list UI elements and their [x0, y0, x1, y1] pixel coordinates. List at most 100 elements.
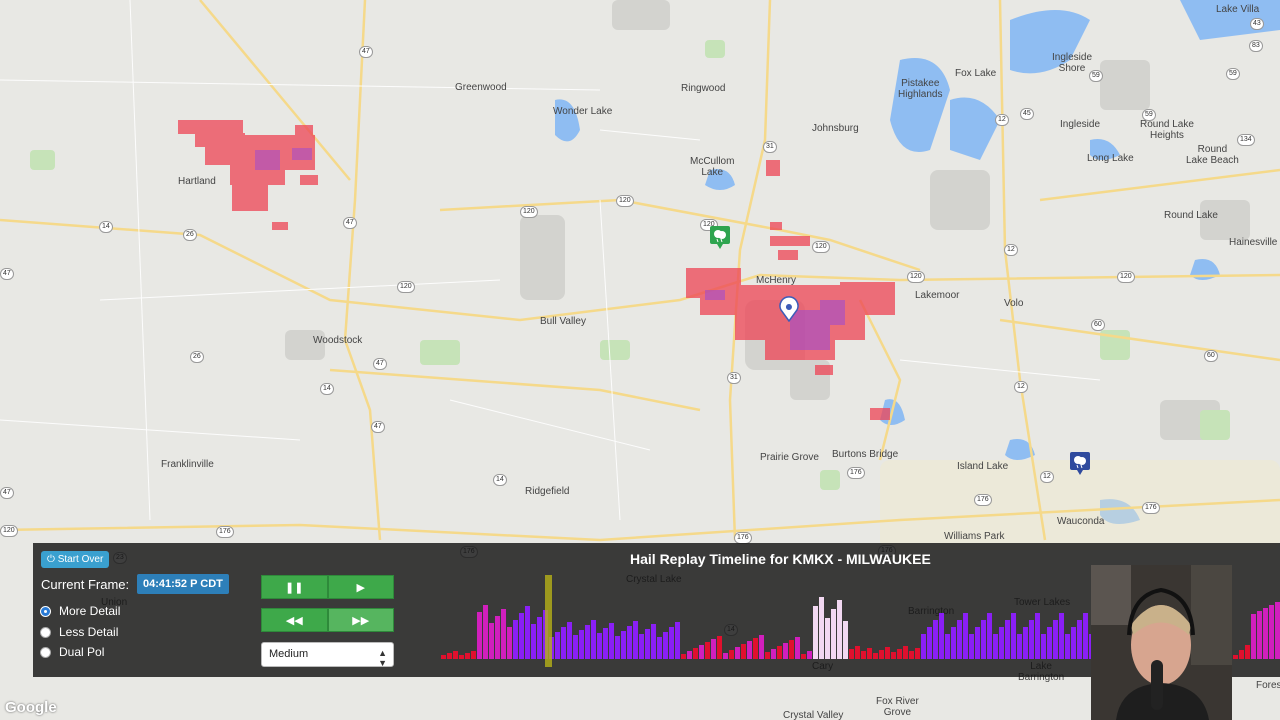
timeline-bar[interactable]: [705, 642, 710, 659]
timeline-bar[interactable]: [459, 655, 464, 659]
timeline-bar[interactable]: [867, 648, 872, 659]
timeline-current-frame-marker[interactable]: [545, 575, 552, 667]
timeline-bar[interactable]: [1233, 655, 1238, 659]
timeline-bar[interactable]: [981, 620, 986, 659]
radio-more-detail[interactable]: More Detail: [40, 604, 120, 618]
timeline-bar[interactable]: [885, 647, 890, 659]
start-over-button[interactable]: ⏻ Start Over: [41, 551, 110, 568]
timeline-bar[interactable]: [729, 650, 734, 659]
radio-button[interactable]: [40, 605, 51, 617]
timeline-bar[interactable]: [861, 651, 866, 659]
timeline-bar[interactable]: [789, 640, 794, 659]
timeline-bar[interactable]: [753, 638, 758, 659]
timeline-bar[interactable]: [1005, 620, 1010, 659]
timeline-bar[interactable]: [1077, 620, 1082, 659]
timeline-bar[interactable]: [591, 620, 596, 659]
timeline-bar[interactable]: [723, 653, 728, 659]
timeline-bar[interactable]: [849, 649, 854, 659]
timeline-bar[interactable]: [783, 643, 788, 659]
timeline-bar[interactable]: [1047, 627, 1052, 659]
timeline-bar[interactable]: [1035, 613, 1040, 659]
timeline-bar[interactable]: [681, 654, 686, 659]
timeline-bar[interactable]: [1011, 613, 1016, 659]
timeline-bar[interactable]: [771, 649, 776, 659]
timeline-bar[interactable]: [477, 612, 482, 659]
timeline-bar[interactable]: [651, 624, 656, 659]
timeline-bar[interactable]: [711, 639, 716, 659]
timeline-bar[interactable]: [927, 627, 932, 659]
timeline-bar[interactable]: [777, 646, 782, 659]
timeline-bar[interactable]: [1251, 614, 1256, 659]
timeline-bar[interactable]: [957, 620, 962, 659]
timeline-bar[interactable]: [441, 655, 446, 659]
timeline-bar[interactable]: [645, 629, 650, 659]
timeline-bar[interactable]: [891, 652, 896, 659]
timeline-bar[interactable]: [741, 644, 746, 659]
timeline-bar[interactable]: [747, 641, 752, 659]
timeline-bar[interactable]: [1071, 627, 1076, 659]
timeline-bar[interactable]: [1275, 602, 1280, 659]
timeline-bar[interactable]: [1239, 650, 1244, 659]
timeline-bar[interactable]: [1263, 608, 1268, 659]
timeline-bar[interactable]: [921, 634, 926, 659]
radio-button[interactable]: [40, 646, 51, 658]
timeline-bar[interactable]: [819, 597, 824, 659]
timeline-bar[interactable]: [975, 627, 980, 659]
timeline-bar[interactable]: [801, 654, 806, 659]
timeline-bar[interactable]: [597, 633, 602, 659]
timeline-bar[interactable]: [555, 632, 560, 659]
timeline-bar[interactable]: [945, 634, 950, 659]
timeline-bar[interactable]: [1053, 620, 1058, 659]
speed-select[interactable]: Medium ▲ ▼: [261, 642, 394, 668]
radio-button[interactable]: [40, 626, 51, 638]
timeline-bar[interactable]: [471, 651, 476, 659]
timeline-bar[interactable]: [513, 620, 518, 659]
timeline-bar[interactable]: [933, 620, 938, 659]
timeline-bar[interactable]: [489, 623, 494, 659]
timeline-bar[interactable]: [963, 613, 968, 659]
timeline-bar[interactable]: [1041, 634, 1046, 659]
timeline-bar[interactable]: [969, 634, 974, 659]
timeline-bar[interactable]: [669, 627, 674, 659]
timeline-bar[interactable]: [795, 637, 800, 659]
timeline-bar[interactable]: [519, 613, 524, 659]
pause-button[interactable]: ❚❚: [261, 575, 328, 599]
timeline-bar[interactable]: [999, 627, 1004, 659]
timeline-bar[interactable]: [807, 651, 812, 659]
timeline-bar[interactable]: [765, 652, 770, 659]
play-button[interactable]: ▶: [327, 575, 394, 599]
fast-forward-button[interactable]: ▶▶: [327, 608, 394, 632]
timeline-bar[interactable]: [1257, 611, 1262, 659]
timeline-bar[interactable]: [501, 609, 506, 659]
timeline-bar[interactable]: [873, 653, 878, 659]
timeline-bar[interactable]: [1269, 605, 1274, 659]
storm-report-blue-icon[interactable]: [1069, 451, 1091, 475]
timeline-bar[interactable]: [897, 649, 902, 659]
timeline-bar[interactable]: [561, 627, 566, 659]
timeline-bar[interactable]: [609, 623, 614, 659]
timeline-bar[interactable]: [627, 626, 632, 659]
timeline-bar[interactable]: [759, 635, 764, 659]
timeline-bar[interactable]: [1023, 627, 1028, 659]
timeline-bar[interactable]: [1059, 613, 1064, 659]
timeline-bar[interactable]: [447, 653, 452, 659]
timeline-bar[interactable]: [993, 634, 998, 659]
timeline-bar[interactable]: [495, 616, 500, 659]
timeline-bar[interactable]: [843, 621, 848, 659]
timeline-bar[interactable]: [939, 613, 944, 659]
radio-dual-pol[interactable]: Dual Pol: [40, 645, 104, 659]
timeline-bar[interactable]: [465, 653, 470, 659]
timeline-bar[interactable]: [675, 622, 680, 659]
timeline-bar[interactable]: [453, 651, 458, 659]
rewind-button[interactable]: ◀◀: [261, 608, 328, 632]
timeline-bar[interactable]: [585, 625, 590, 659]
timeline-bar[interactable]: [687, 651, 692, 659]
radio-less-detail[interactable]: Less Detail: [40, 625, 118, 639]
timeline-bar[interactable]: [825, 618, 830, 659]
timeline-bar[interactable]: [639, 634, 644, 659]
timeline-bar[interactable]: [633, 621, 638, 659]
timeline-bar[interactable]: [573, 635, 578, 659]
timeline-bar[interactable]: [855, 646, 860, 659]
timeline-bar[interactable]: [735, 647, 740, 659]
timeline-bar[interactable]: [525, 606, 530, 659]
